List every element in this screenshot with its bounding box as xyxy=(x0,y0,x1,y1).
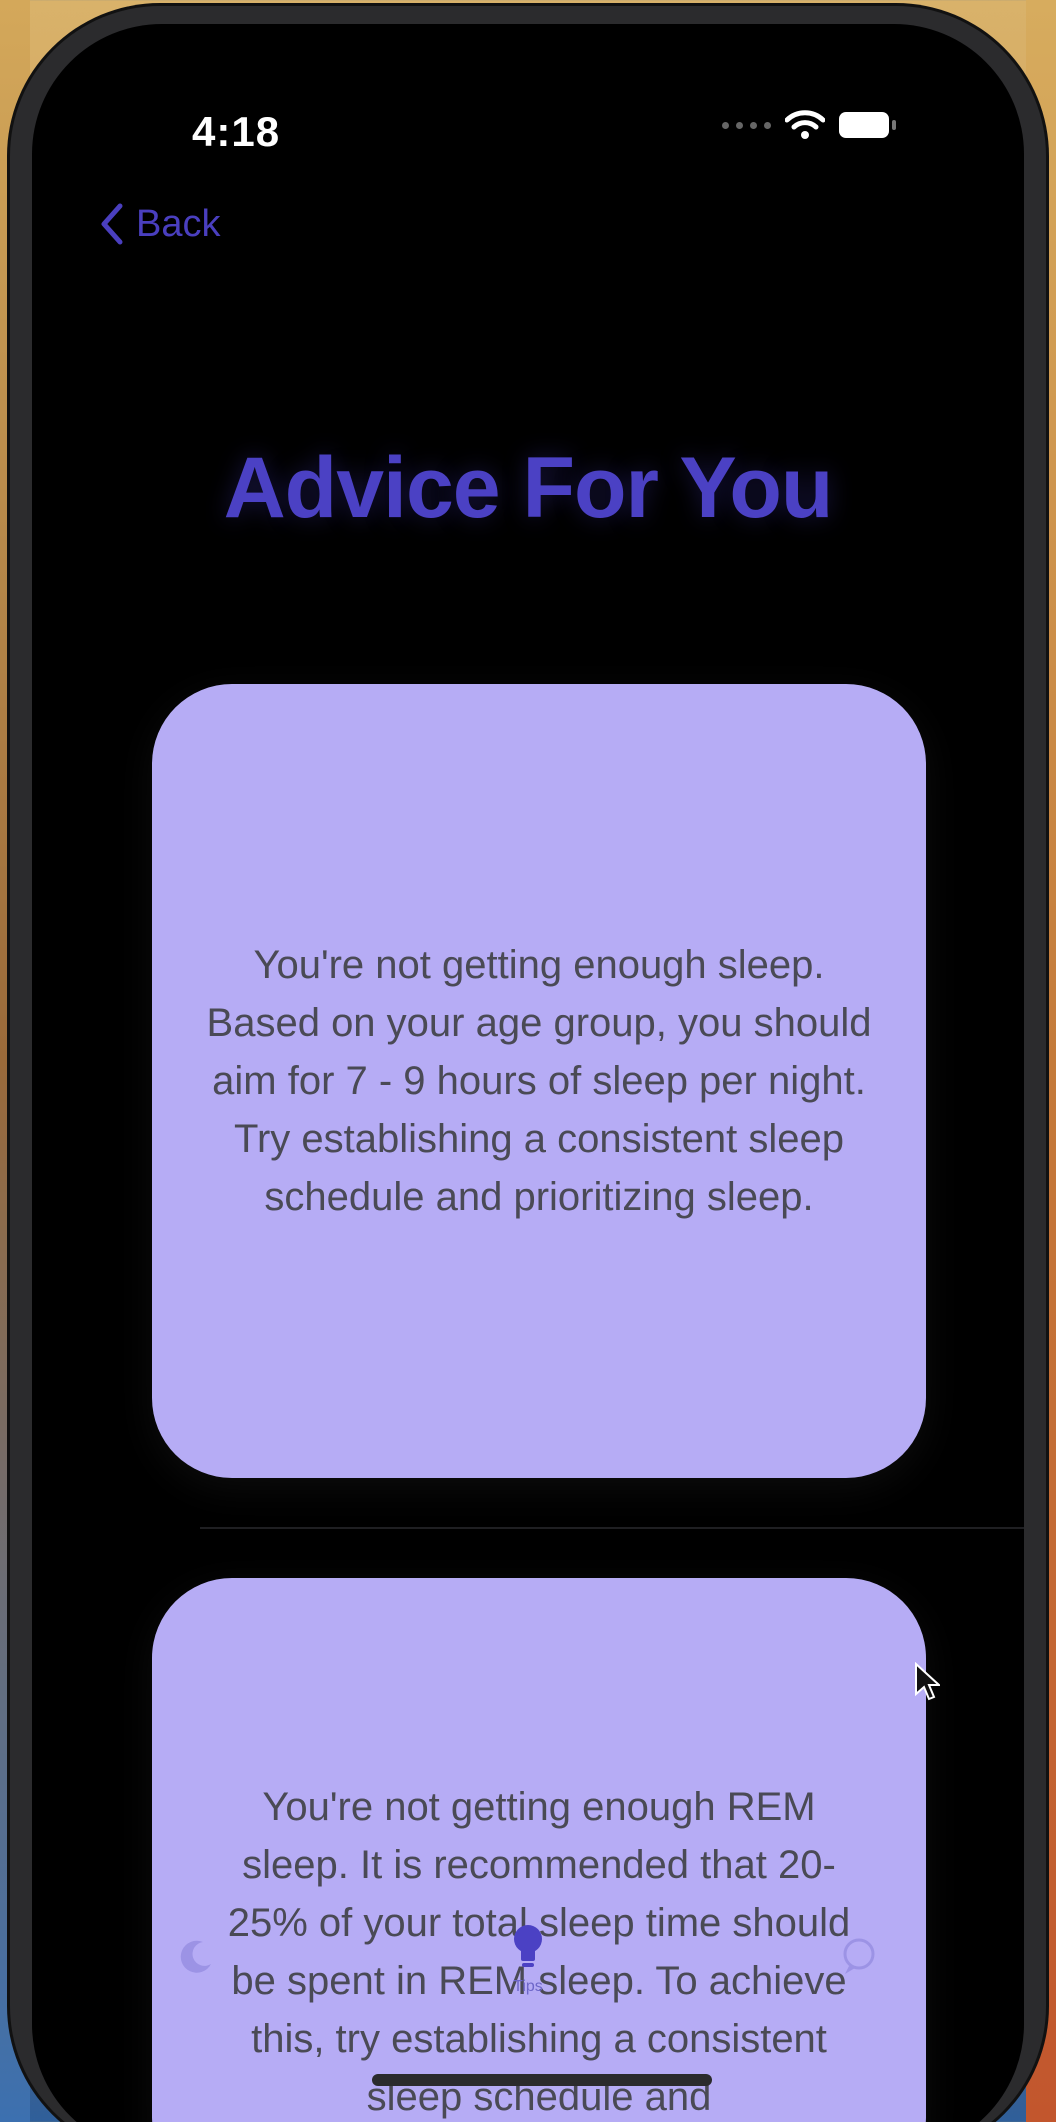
advice-text: You're not getting enough sleep. Based o… xyxy=(206,943,872,1219)
lightbulb-icon xyxy=(513,1925,542,1967)
phone-screen: 4:18 Back Advice For You You're not gett… xyxy=(32,24,1024,2122)
tab-bar: Tips xyxy=(32,1904,1024,2014)
tab-label: Tips xyxy=(513,1978,543,1995)
mouse-cursor-icon xyxy=(915,1662,940,1701)
chat-icon xyxy=(843,1938,875,1974)
page-title: Advice For You xyxy=(223,440,834,536)
status-time: 4:18 xyxy=(192,108,281,155)
chevron-left-icon xyxy=(101,203,123,245)
divider xyxy=(200,1527,1024,1529)
tab-tips[interactable]: Tips xyxy=(468,1922,588,1996)
tab-chat[interactable] xyxy=(799,1936,919,1982)
phone-frame: 4:18 Back Advice For You You're not gett… xyxy=(10,6,1046,2122)
status-icons xyxy=(722,110,896,140)
battery-icon xyxy=(839,112,896,138)
advice-card-rem: You're not getting enough REM sleep. It … xyxy=(152,1578,926,2122)
home-indicator xyxy=(372,2074,712,2086)
advice-card-sleep: You're not getting enough sleep. Based o… xyxy=(152,684,926,1478)
signal-dots xyxy=(722,121,771,129)
tab-sleep[interactable] xyxy=(137,1936,257,1982)
moon-icon xyxy=(181,1940,212,1973)
wifi-icon xyxy=(785,110,825,139)
back-button[interactable]: Back xyxy=(100,202,220,246)
back-label: Back xyxy=(136,202,221,245)
